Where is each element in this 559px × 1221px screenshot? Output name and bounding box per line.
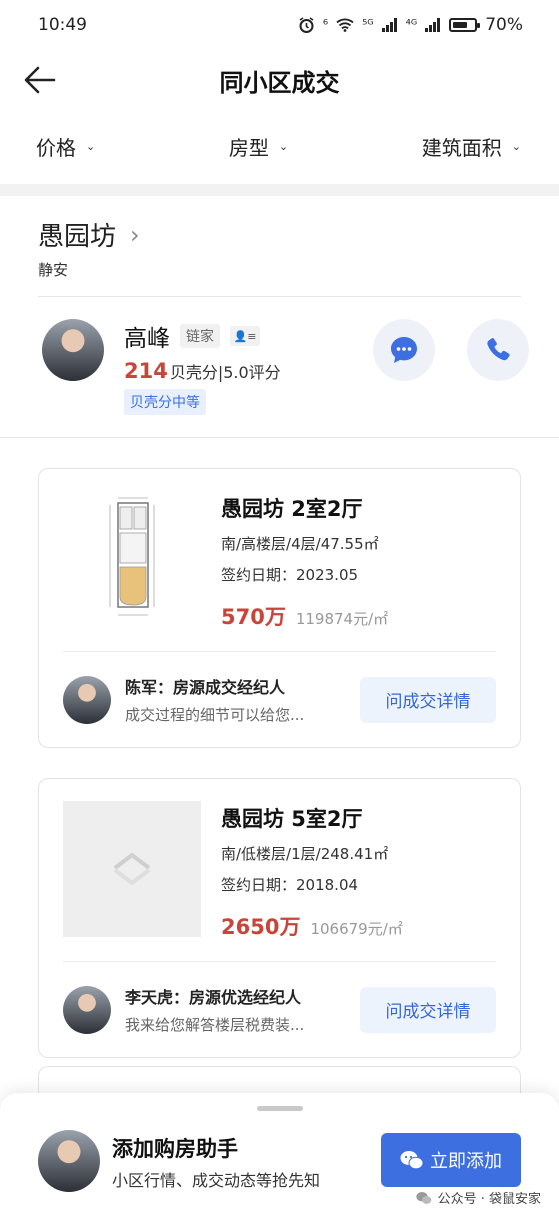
avatar [42,319,104,381]
nav-bar: 同小区成交 [0,50,559,110]
community-name: 愚园坊 [38,222,117,252]
ask-deal-button[interactable]: 问成交详情 [360,986,496,1033]
battery-icon [449,18,481,32]
battery-percent: 70% [485,15,523,35]
avatar [63,985,111,1034]
deal-agent: 李天虎：房源优选经纪人 我来给您解答楼层税费装... 问成交详情 [63,962,496,1057]
agent-score: 214 [124,359,168,383]
deal-info: 愚园坊 2室2厅 南/高楼层/4层/47.55㎡ 签约日期：2023.05 57… [221,491,388,631]
deal-price: 570万 [221,605,286,629]
network-4g-label: ⁴ᴳ [405,17,418,33]
wechat-icon [415,1191,431,1204]
phone-icon [487,338,510,361]
signal-icon [381,18,397,32]
deal-agent-text: 陈军：房源成交经纪人 成交过程的细节可以给您... [125,674,340,725]
status-time: 10:49 [38,15,87,35]
deal-unit-price: 106679元/㎡ [310,920,403,938]
deal-price-line: 2650万 106679元/㎡ [221,911,403,941]
placeholder-icon [113,853,151,885]
watermark-text: 公众号 · 袋鼠安家 [437,1192,541,1207]
deal-title: 愚园坊 2室2厅 [221,497,363,521]
chevron-down-icon: ⌄ [511,139,521,153]
deal-list: 愚园坊 2室2厅 南/高楼层/4层/47.55㎡ 签约日期：2023.05 57… [0,468,559,1058]
filter-label: 价格 [36,135,76,160]
community-district: 静安 [38,259,521,297]
wechat-icon [400,1151,424,1170]
avatar [38,1130,100,1192]
deal-agent-name: 李天虎：房源优选经纪人 [125,988,302,1007]
chat-icon [391,337,417,363]
assistant-subtitle: 小区行情、成交动态等抢先知 [112,1171,321,1190]
floorplan-icon [109,497,155,616]
deal-agent-message: 我来给您解答楼层税费装... [125,1016,305,1034]
deal-price: 2650万 [221,915,301,939]
deal-unit-price: 119874元/㎡ [295,610,389,628]
filter-layout[interactable]: 房型 ⌄ [229,132,288,161]
agent-name: 高峰 [124,326,170,352]
deal-agent: 陈军：房源成交经纪人 成交过程的细节可以给您... 问成交详情 [63,652,496,747]
avatar [63,675,111,724]
ask-deal-button[interactable]: 问成交详情 [360,676,496,723]
agent-profile[interactable]: 高峰 链家 👤≡ 214 贝壳分|5.0评分 贝壳分中等 [0,297,559,438]
back-arrow-icon[interactable] [22,64,58,96]
chat-button[interactable] [373,319,435,381]
network-5g-label: ⁵ᴳ [362,17,374,33]
score-badge: 贝壳分中等 [124,389,206,415]
status-icons: ⁶ ⁵ᴳ ⁴ᴳ 70% [298,15,523,35]
score-text: 贝壳分|5.0评分 [169,363,281,382]
add-assistant-button[interactable]: 立即添加 [381,1133,521,1187]
divider-band [0,184,559,196]
deal-agent-message: 成交过程的细节可以给您... [125,706,305,724]
deal-summary: 愚园坊 5室2厅 南/低楼层/1层/248.41㎡ 签约日期：2018.04 2… [63,779,496,962]
deal-agent-text: 李天虎：房源优选经纪人 我来给您解答楼层税费装... [125,984,340,1035]
phone-button[interactable] [467,319,529,381]
deal-title: 愚园坊 5室2厅 [221,807,363,831]
deal-date: 签约日期：2018.04 [221,876,359,894]
deal-spec: 南/高楼层/4层/47.55㎡ [221,535,379,553]
brand-tag: 链家 [180,324,220,348]
id-card-icon[interactable]: 👤≡ [230,326,260,346]
signal-icon-2 [425,18,441,32]
battery-level [453,22,468,28]
filter-label: 房型 [228,135,269,160]
chevron-down-icon: ⌄ [278,139,289,153]
filter-price[interactable]: 价格 ⌄ [36,132,95,161]
add-button-label: 立即添加 [430,1151,502,1172]
deal-date: 签约日期：2023.05 [221,566,359,584]
alarm-icon [299,16,314,33]
page-title: 同小区成交 [219,68,340,97]
deal-info: 愚园坊 5室2厅 南/低楼层/1层/248.41㎡ 签约日期：2018.04 2… [221,801,403,941]
status-bar: 10:49 ⁶ ⁵ᴳ ⁴ᴳ 70% [0,0,559,50]
community-link[interactable]: 愚园坊 › [38,196,521,253]
deal-spec: 南/低楼层/1层/248.41㎡ [221,845,389,863]
deal-summary: 愚园坊 2室2厅 南/高楼层/4层/47.55㎡ 签约日期：2023.05 57… [63,469,496,652]
floorplan-image [63,491,201,627]
score-line: 214 贝壳分|5.0评分 [124,359,281,383]
community-header: 愚园坊 › 静安 [0,196,559,297]
deal-agent-name: 陈军：房源成交经纪人 [125,678,286,697]
image-placeholder [63,801,201,937]
filter-label: 建筑面积 [421,135,502,160]
chevron-down-icon: ⌄ [86,139,96,153]
assistant-sheet: 添加购房助手 小区行情、成交动态等抢先知 立即添加 公众号 · 袋鼠安家 [0,1093,559,1221]
deal-price-line: 570万 119874元/㎡ [221,601,388,631]
chevron-right-icon: › [130,220,140,249]
wifi-label: ⁶ [322,17,329,33]
filter-area[interactable]: 建筑面积 ⌄ [422,132,521,161]
filter-bar: 价格 ⌄ 房型 ⌄ 建筑面积 ⌄ [0,110,559,182]
assistant-title: 添加购房助手 [112,1137,238,1161]
deal-card[interactable]: 愚园坊 2室2厅 南/高楼层/4层/47.55㎡ 签约日期：2023.05 57… [38,468,521,748]
wifi-icon [336,18,354,32]
drag-handle[interactable] [256,1106,303,1111]
watermark: 公众号 · 袋鼠安家 [415,1188,541,1207]
deal-card[interactable]: 愚园坊 5室2厅 南/低楼层/1层/248.41㎡ 签约日期：2018.04 2… [38,778,521,1058]
agent-info: 高峰 链家 👤≡ 214 贝壳分|5.0评分 贝壳分中等 [124,319,281,415]
agent-name-line: 高峰 链家 👤≡ [124,319,281,353]
